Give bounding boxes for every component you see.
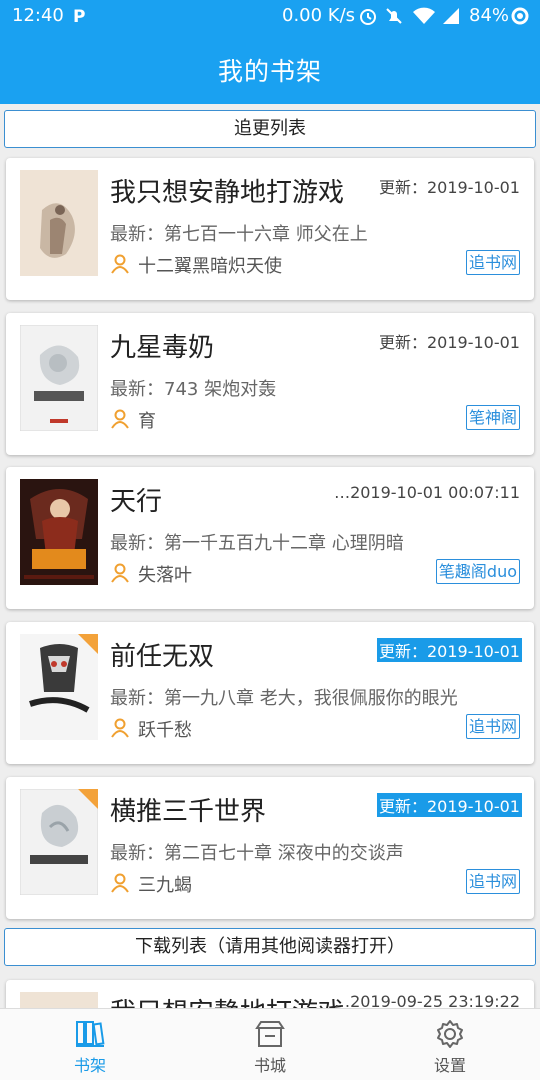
bottom-navigation: 书架 书城 设置 bbox=[0, 1008, 540, 1080]
battery-percent: 84% bbox=[469, 5, 510, 26]
wifi-icon bbox=[413, 7, 435, 24]
book-cover bbox=[20, 789, 98, 895]
author-icon bbox=[111, 254, 129, 274]
status-time: 12:40 bbox=[12, 5, 64, 26]
update-date: 更新：2019-10-01 bbox=[377, 793, 522, 817]
parking-app-icon: P bbox=[73, 7, 86, 27]
author-icon bbox=[111, 718, 129, 738]
update-date: 更新：2019-10-01 bbox=[377, 638, 522, 662]
book-card[interactable]: 前任无双 更新：2019-10-01 最新：第一九八章 老大，我很佩服你的眼光 … bbox=[6, 622, 534, 764]
book-card[interactable]: 天行 …2019-10-01 00:07:11 最新：第一千五百九十二章 心理阴… bbox=[6, 467, 534, 609]
author-icon bbox=[111, 409, 129, 429]
nav-bookstore[interactable]: 书城 bbox=[180, 1009, 360, 1080]
alarm-icon bbox=[360, 9, 376, 25]
book-author: 跃千愁 bbox=[138, 720, 192, 741]
download-list-header[interactable]: 下载列表（请用其他阅读器打开） bbox=[4, 928, 536, 966]
source-badge[interactable]: 追书网 bbox=[465, 869, 520, 894]
source-badge[interactable]: 笔趣阁duo bbox=[435, 559, 520, 584]
book-cover bbox=[20, 634, 98, 740]
update-date: 更新：2019-10-01 bbox=[379, 178, 520, 197]
nav-settings[interactable]: 设置 bbox=[360, 1009, 540, 1080]
book-author: 育 bbox=[138, 411, 156, 432]
latest-chapter: 最新：第一九八章 老大，我很佩服你的眼光 bbox=[110, 688, 458, 709]
book-card[interactable]: 九星毒奶 更新：2019-10-01 最新：743 架炮对轰 育 笔神阁 bbox=[6, 313, 534, 455]
bookshelf-icon bbox=[76, 1021, 105, 1047]
source-badge[interactable]: 追书网 bbox=[465, 714, 520, 739]
latest-chapter: 最新：第七百一十六章 师父在上 bbox=[110, 224, 368, 245]
book-card[interactable]: 横推三千世界 更新：2019-10-01 最新：第二百七十章 深夜中的交谈声 三… bbox=[6, 777, 534, 919]
page-title: 我的书架 bbox=[217, 57, 322, 86]
book-card[interactable]: 我只想安静地打游戏 更新：2019-10-01 最新：第七百一十六章 师父在上 … bbox=[6, 158, 534, 300]
store-icon bbox=[255, 1021, 285, 1047]
book-title: 九星毒奶 bbox=[110, 333, 215, 363]
book-author: 失落叶 bbox=[138, 565, 192, 586]
book-author: 三九蝎 bbox=[138, 875, 192, 896]
app-bar: 我的书架 bbox=[0, 34, 540, 104]
latest-chapter: 最新：第二百七十章 深夜中的交谈声 bbox=[110, 843, 404, 864]
nav-settings-label: 设置 bbox=[433, 1056, 466, 1075]
book-cover bbox=[20, 479, 98, 585]
nav-bookshelf[interactable]: 书架 bbox=[0, 1009, 180, 1080]
author-icon bbox=[111, 873, 129, 893]
mute-bell-icon bbox=[386, 8, 402, 24]
book-title: 横推三千世界 bbox=[110, 797, 267, 827]
battery-ring-icon bbox=[511, 7, 529, 25]
book-title: 我只想安静地打游戏 bbox=[110, 178, 345, 208]
author-icon bbox=[111, 563, 129, 583]
settings-icon bbox=[437, 1020, 463, 1048]
network-speed: 0.00 K/s bbox=[282, 5, 356, 26]
book-cover bbox=[20, 325, 98, 431]
book-cover bbox=[20, 170, 98, 276]
signal-icon bbox=[443, 8, 459, 24]
latest-chapter: 最新：743 架炮对轰 bbox=[110, 379, 277, 400]
nav-bookshelf-label: 书架 bbox=[73, 1056, 106, 1075]
status-bar: 12:40 P 0.00 K/s 84% bbox=[0, 0, 540, 34]
source-badge[interactable]: 笔神阁 bbox=[465, 405, 520, 430]
update-date: 更新：2019-10-01 bbox=[379, 333, 520, 352]
source-badge[interactable]: 追书网 bbox=[465, 250, 520, 275]
book-title: 前任无双 bbox=[110, 642, 215, 672]
book-title: 天行 bbox=[110, 487, 163, 517]
follow-list-header[interactable]: 追更列表 bbox=[4, 110, 536, 148]
nav-bookstore-label: 书城 bbox=[253, 1056, 286, 1075]
latest-chapter: 最新：第一千五百九十二章 心理阴暗 bbox=[110, 533, 404, 554]
book-author: 十二翼黑暗炽天使 bbox=[138, 256, 282, 277]
update-date: …2019-10-01 00:07:11 bbox=[334, 483, 520, 502]
